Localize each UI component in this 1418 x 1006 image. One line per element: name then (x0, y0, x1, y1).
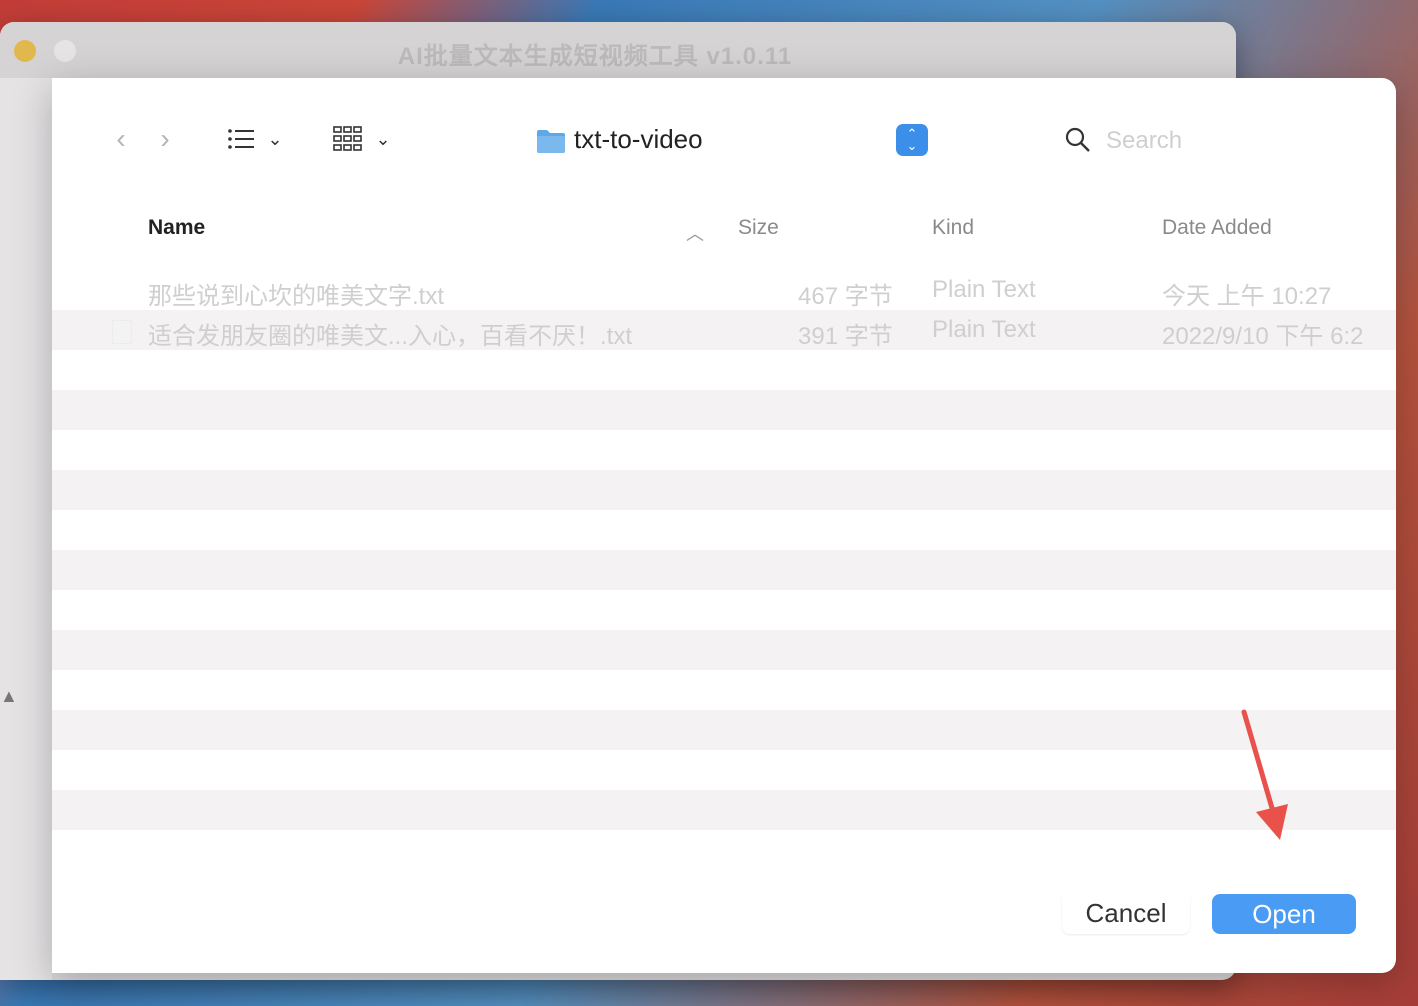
row-stripe (52, 710, 1396, 750)
row-stripe (52, 630, 1396, 670)
file-row[interactable]: 适合发朋友圈的唯美文...入心，百看不厌！.txt 391 字节 Plain T… (52, 310, 1396, 350)
file-size: 391 字节 (798, 323, 893, 350)
grid-icon (333, 126, 363, 151)
file-size: 467 字节 (798, 283, 893, 310)
cancel-button[interactable]: Cancel (1062, 892, 1190, 934)
list-icon (228, 129, 255, 149)
search-field[interactable] (1060, 120, 1356, 160)
column-header-size[interactable]: Size (738, 216, 779, 240)
app-titlebar: AI批量文本生成短视频工具 v1.0.11 (0, 22, 1236, 78)
location-stepper-icon[interactable]: ⌃ ⌄ (896, 124, 928, 156)
file-name: 那些说到心坎的唯美文字.txt (148, 283, 445, 310)
search-input[interactable] (1104, 124, 1348, 158)
sort-ascending-icon: ︿ (686, 224, 704, 244)
column-header-kind[interactable]: Kind (932, 216, 974, 240)
column-header-date-added[interactable]: Date Added (1162, 216, 1272, 240)
row-stripe (52, 790, 1396, 830)
chevron-left-icon: ‹ (116, 123, 126, 154)
row-stripe (52, 550, 1396, 590)
row-stripe (52, 470, 1396, 510)
app-title: AI批量文本生成短视频工具 v1.0.11 (397, 43, 793, 70)
column-header-name[interactable]: Name (148, 216, 205, 240)
search-icon (1065, 127, 1090, 152)
list-view-button[interactable]: ⌄ (220, 122, 290, 156)
folder-icon (537, 130, 565, 153)
back-button[interactable]: ‹ (104, 122, 138, 156)
file-kind: Plain Text (932, 276, 1036, 303)
sidebar-marker-icon: ▲ (0, 686, 18, 706)
chevron-down-icon: ⌄ (267, 128, 283, 149)
file-row[interactable]: 那些说到心坎的唯美文字.txt 467 字节 Plain Text 今天 上午 … (52, 270, 1396, 310)
app-sidebar: ▲ (0, 78, 52, 980)
forward-button[interactable]: › (148, 122, 182, 156)
chevron-right-icon: › (160, 123, 170, 154)
file-name: 适合发朋友圈的唯美文...入心，百看不厌！.txt (148, 323, 633, 350)
file-date-added: 今天 上午 10:27 (1162, 283, 1332, 310)
open-button[interactable]: Open (1212, 894, 1356, 934)
file-kind: Plain Text (932, 316, 1036, 343)
file-date-added: 2022/9/10 下午 6:2 (1162, 323, 1364, 350)
row-stripe (52, 390, 1396, 430)
location-label: txt-to-video (574, 124, 703, 154)
open-file-dialog: ‹ › ⌄ ⌄ txt-to-video ⌃ ⌄ Search Name ︿ S… (52, 78, 1396, 973)
icon-view-button[interactable]: ⌄ (326, 122, 398, 156)
document-icon (112, 320, 132, 344)
chevron-down-icon: ⌄ (375, 128, 391, 149)
file-list: 那些说到心坎的唯美文字.txt 467 字节 Plain Text 今天 上午 … (52, 270, 1396, 830)
location-popup[interactable]: txt-to-video ⌃ ⌄ (530, 120, 932, 160)
